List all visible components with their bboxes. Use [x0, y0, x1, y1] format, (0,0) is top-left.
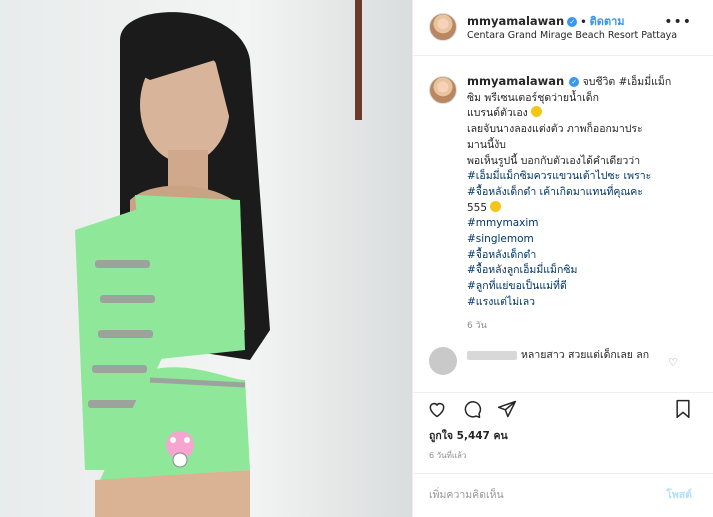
hashtag-link[interactable]: #ลูกที่แย่ขอเป็นแม่ที่ดี — [467, 279, 712, 295]
instagram-post-window: mmyamalawan ✓ • ติดตาม Centara Grand Mirage… — [0, 0, 713, 517]
caption-hashtag-line[interactable]: #เอ็มมี่แม็กซิมควรแขวนเต้าไปซะ เพราะ — [467, 169, 712, 185]
caption-text: mmyamalawan ✓ จบชีวิต #เอ็มมี่แม็ก ซิม พร… — [467, 74, 712, 334]
comment-input[interactable]: เพิ่มความคิดเห็น — [429, 486, 504, 503]
post-comment-button[interactable]: โพสต์ — [666, 486, 692, 503]
smile-emoji-icon — [531, 106, 543, 118]
username-link[interactable]: mmyamalawan — [467, 14, 564, 28]
photo-illustration — [0, 0, 412, 517]
post-photo[interactable] — [0, 0, 412, 517]
commenter-username-blurred — [467, 351, 517, 360]
more-options-icon[interactable]: ••• — [664, 14, 692, 30]
laugh-emoji-icon — [490, 200, 502, 212]
action-icons — [427, 399, 527, 423]
verified-badge-icon: ✓ — [569, 77, 580, 87]
caption-line: mmyamalawan ✓ จบชีวิต #เอ็มมี่แม็ก — [467, 74, 672, 88]
caption-line: ซิม พรีเซนเตอร์ชุดว่ายน้ำเด็ก — [467, 91, 599, 104]
post-actions: ถูกใจ 5,447 คน 6 วันที่แล้ว เพิ่มความคิด… — [413, 392, 713, 517]
bookmark-icon[interactable] — [674, 399, 692, 423]
verified-badge-icon: ✓ — [567, 16, 578, 27]
caption-time: 6 วัน — [467, 320, 487, 331]
heart-icon[interactable] — [427, 399, 447, 423]
header-username-row: mmyamalawan ✓ • ติดตาม — [467, 12, 625, 30]
commenter-avatar[interactable] — [429, 347, 457, 375]
caption-username[interactable]: mmyamalawan — [467, 74, 564, 88]
likes-count[interactable]: ถูกใจ 5,447 คน — [429, 427, 508, 444]
location-link[interactable]: Centara Grand Mirage Beach Resort Pattay… — [467, 30, 677, 41]
hashtag-link[interactable]: #จื้อหลังลูกเอ็มมี่แม็กซิม — [467, 263, 712, 279]
post-header: mmyamalawan ✓ • ติดตาม Centara Grand Mirage… — [413, 0, 713, 56]
caption-hashtag-line[interactable]: #จื้อหลังเด็กดำ เค้าเกิดมาแทนที่คุณคะ — [467, 185, 712, 201]
caption-avatar[interactable] — [429, 76, 457, 104]
hashtag-link[interactable]: #mmymaxim — [467, 216, 712, 232]
comment-text: หลายสาว สวยแต่เด็กเลย ลก — [521, 349, 650, 361]
caption-line: 555 — [467, 200, 712, 217]
post-sidebar: mmyamalawan ✓ • ติดตาม Centara Grand Mirage… — [412, 0, 713, 517]
separator-dot: • — [580, 17, 587, 28]
caption-line: พอเห็นรูปนี้ บอกกับตัวเองได้คำเดียวว่า — [467, 154, 641, 167]
hashtag-link[interactable]: #จื้อหลังเด็กดำ — [467, 248, 712, 264]
avatar[interactable] — [429, 13, 457, 41]
comment-item: หลายสาว สวยแต่เด็กเลย ลก ♡ — [413, 345, 713, 385]
hashtag-link[interactable]: #แรงแต่ไม่เลว — [467, 295, 712, 311]
comment-icon[interactable] — [462, 399, 482, 423]
caption-line: แบรนด์ตัวเอง — [467, 106, 712, 122]
caption-line: เลยจับนางลองแต่งตัว ภาพก็ออกมาประ — [467, 123, 643, 136]
post-date: 6 วันที่แล้ว — [429, 451, 467, 460]
hashtag-link[interactable]: #singlemom — [467, 232, 712, 248]
share-icon[interactable] — [497, 399, 517, 423]
comment-like-icon[interactable]: ♡ — [668, 356, 678, 369]
add-comment-bar: เพิ่มความคิดเห็น โพสต์ — [413, 473, 713, 513]
caption-line: มานนี้งับ — [467, 138, 506, 151]
follow-button[interactable]: ติดตาม — [590, 15, 625, 28]
